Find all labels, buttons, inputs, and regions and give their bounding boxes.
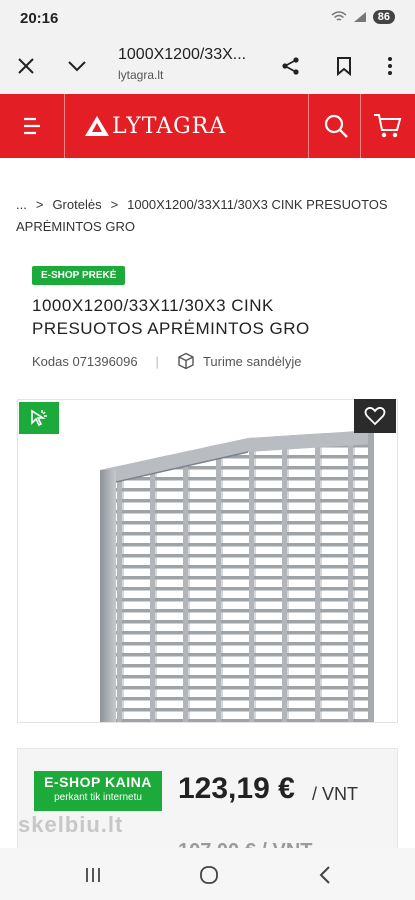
menu-button[interactable]: [18, 113, 46, 139]
cart-button[interactable]: [372, 112, 402, 140]
status-time: 20:16: [20, 10, 59, 27]
breadcrumb-ellipsis[interactable]: ...: [16, 197, 27, 212]
breadcrumb-separator: >: [110, 197, 119, 212]
cursor-icon: [31, 409, 47, 427]
back-icon: [319, 866, 330, 884]
meta-separator: |: [155, 353, 159, 369]
eshop-price-subtitle: perkant tik internetu: [54, 792, 142, 803]
breadcrumb-separator: >: [35, 197, 44, 212]
logo-mark-icon: [85, 116, 109, 136]
breadcrumb: ... > Grotelės >1000X1200/33X11/30X3 CINK P…: [16, 194, 396, 238]
share-icon: [282, 57, 299, 75]
product-image-card[interactable]: [17, 399, 398, 723]
search-icon: [324, 114, 348, 138]
system-nav-bar: [0, 848, 415, 900]
bookmark-button[interactable]: [330, 52, 358, 80]
search-button[interactable]: [322, 112, 350, 140]
status-bar: 20:16 86: [0, 0, 415, 38]
logo-text: LYTAGRA: [112, 113, 227, 139]
availability-text: Turime sandėlyje: [202, 353, 302, 369]
share-button[interactable]: [277, 52, 305, 80]
page-url-domain[interactable]: lytagra.lt: [118, 68, 163, 82]
close-tab-button[interactable]: [12, 52, 40, 80]
wishlist-button[interactable]: [354, 399, 396, 433]
header-divider: [64, 94, 65, 158]
eshop-price-title: E-SHOP KAINA: [44, 774, 152, 790]
price-value: 123,19 €: [178, 772, 295, 805]
bookmark-icon: [337, 57, 351, 76]
back-button[interactable]: [310, 862, 340, 888]
product-image: [100, 430, 374, 722]
breadcrumb-item[interactable]: Grotelės: [52, 197, 101, 212]
eshop-badge: E-SHOP PREKĖ: [32, 266, 126, 285]
header-divider: [360, 94, 361, 158]
heart-icon: [364, 406, 386, 426]
recent-apps-button[interactable]: [78, 862, 108, 888]
product-title: 1000X1200/33X11/30X3 CINK PRESUOTOS APRĖ…: [32, 296, 310, 338]
product-meta: Kodas 071396096 | Turime sandėlyje: [32, 352, 301, 370]
battery-indicator: 86: [372, 10, 395, 24]
status-icons: 86: [331, 10, 395, 24]
select-product-button[interactable]: [19, 402, 59, 434]
more-vert-icon: [388, 57, 392, 75]
site-logo[interactable]: LYTAGRA: [84, 111, 294, 141]
menu-icon: [24, 117, 40, 135]
home-icon: [200, 866, 218, 884]
watermark: skelbiu.lt: [18, 812, 124, 837]
site-header: LYTAGRA: [0, 94, 415, 158]
browser-toolbar: 1000X1200/33X... lytagra.lt: [0, 38, 415, 94]
chevron-down-icon: [68, 61, 86, 72]
recent-apps-icon: [86, 868, 100, 882]
page-url-title[interactable]: 1000X1200/33X...: [118, 46, 246, 64]
cart-icon: [374, 114, 402, 138]
eshop-price-badge: E-SHOP KAINA perkant tik internetu: [34, 771, 162, 811]
expand-button[interactable]: [63, 52, 91, 80]
close-icon: [18, 58, 34, 74]
signal-icon: [353, 12, 366, 22]
home-button[interactable]: [194, 862, 224, 888]
header-divider: [308, 94, 309, 158]
more-menu-button[interactable]: [376, 52, 404, 80]
product-code: Kodas 071396096: [32, 353, 138, 369]
wifi-icon: [331, 11, 347, 21]
price-unit: / VNT: [312, 784, 359, 804]
box-icon: [178, 352, 194, 370]
